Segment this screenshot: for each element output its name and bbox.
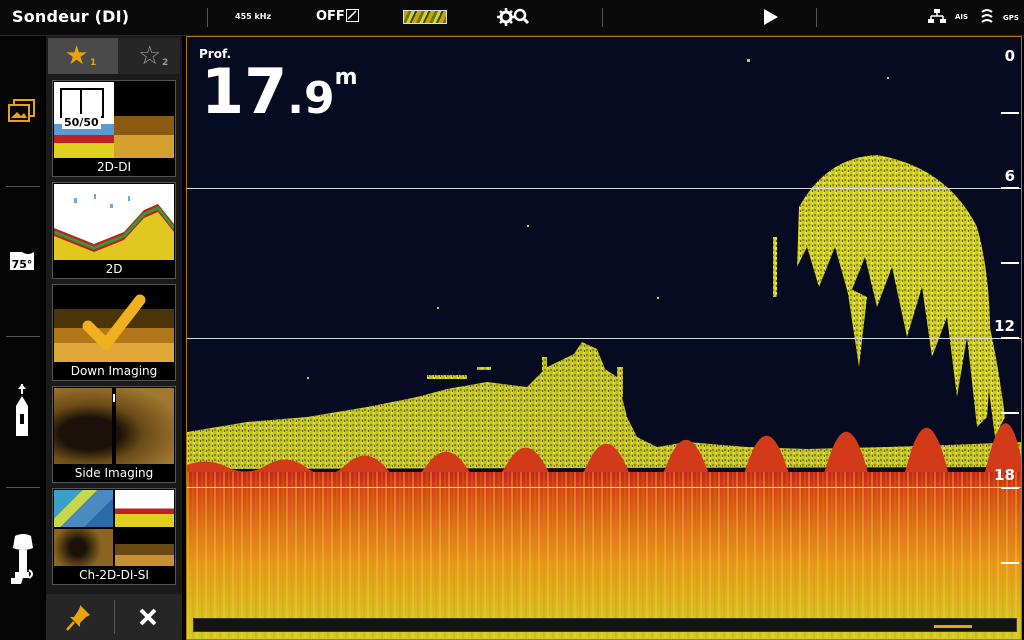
depth-line (187, 487, 1021, 488)
temperature-value: 75° (12, 258, 33, 271)
view-label: Ch-2D-DI-SI (79, 568, 149, 582)
view-thumbnail: 50/50 (54, 82, 174, 158)
view-label: 2D (105, 262, 123, 276)
selected-checkmark-icon (82, 294, 146, 350)
scale-tick (1001, 337, 1019, 339)
settings-search-icon[interactable] (497, 6, 531, 32)
pin-icon (66, 605, 90, 631)
view-card-2d[interactable]: 2D (52, 182, 176, 279)
star-outline-icon: ☆ (138, 41, 162, 71)
left-rail: 75° (0, 36, 44, 640)
scale-tick (1001, 112, 1019, 114)
depth-decimal: .9 (287, 73, 335, 124)
color-palette-button[interactable] (403, 10, 447, 24)
boat-icon[interactable] (14, 384, 30, 444)
tab-favorites-2[interactable]: ☆ 2 (118, 38, 180, 74)
divider (6, 487, 40, 488)
network-icon[interactable] (928, 8, 946, 29)
sonar-icon[interactable] (980, 8, 994, 29)
pin-button[interactable] (46, 594, 113, 640)
tab-number: 1 (90, 58, 97, 68)
depth-scale-label: 18 (994, 466, 1015, 484)
page-title: Sondeur (DI) (12, 7, 130, 26)
top-bar: Sondeur (DI) 455 kHz OFF AIS GPS (0, 0, 1024, 36)
depth-value: 17 (201, 55, 288, 128)
tab-favorites-1[interactable]: ★ 1 (48, 38, 118, 74)
depth-scale-label: 0 (1004, 47, 1015, 65)
close-icon (139, 608, 157, 626)
view-thumbnail (54, 490, 174, 566)
view-label: 2D-DI (97, 160, 131, 174)
divider (6, 336, 40, 337)
divider (207, 8, 208, 27)
view-card-2d-di[interactable]: 50/50 2D-DI (52, 80, 176, 177)
toggle-icon[interactable] (346, 9, 359, 22)
scrollbar-thumb[interactable] (934, 625, 972, 628)
divider (816, 8, 817, 27)
history-scrollbar[interactable] (193, 618, 1017, 632)
depth-line (187, 188, 1021, 189)
tab-number: 2 (162, 58, 169, 68)
divider (602, 8, 603, 27)
view-card-down-imaging[interactable]: Down Imaging (52, 284, 176, 381)
star-icon: ★ (65, 41, 89, 71)
scale-tick (1001, 262, 1019, 264)
depth-unit: m (334, 65, 358, 90)
view-thumbnail (54, 388, 174, 464)
gps-indicator[interactable]: GPS (1003, 14, 1019, 22)
favorites-panel: ★ 1 ☆ 2 50/50 2D-DI 2D Down Imaging Side… (46, 36, 182, 640)
water-temperature-icon[interactable]: 75° (8, 248, 36, 278)
divider (6, 186, 40, 187)
view-thumbnail (54, 286, 174, 362)
off-label[interactable]: OFF (316, 9, 345, 24)
favorites-actions (46, 594, 182, 640)
depth-scale-label: 12 (994, 317, 1015, 335)
depth-readout: 17.9m (201, 61, 358, 123)
view-label: Down Imaging (70, 364, 158, 378)
depth-line (187, 338, 1021, 339)
outboard-motor-icon[interactable] (9, 534, 37, 590)
scale-tick (1001, 487, 1019, 489)
gallery-icon[interactable] (8, 98, 36, 128)
view-card-ch-2d-di-si[interactable]: Ch-2D-DI-SI (52, 488, 176, 585)
play-icon[interactable] (764, 9, 778, 25)
frequency-indicator[interactable]: 455 kHz (235, 12, 271, 21)
view-card-side-imaging[interactable]: Side Imaging (52, 386, 176, 483)
close-button[interactable] (115, 594, 182, 640)
scale-tick (1001, 562, 1019, 564)
view-thumbnail (53, 184, 175, 260)
ais-indicator[interactable]: AIS (955, 13, 968, 21)
scale-tick (1001, 412, 1019, 414)
depth-scale-label: 6 (1004, 167, 1015, 185)
sonar-display[interactable]: 0 6 12 18 Prof. 17.9m (186, 36, 1022, 640)
seabed-return (187, 472, 1021, 639)
scale-tick (1001, 187, 1019, 189)
view-label: Side Imaging (74, 466, 154, 480)
split-ratio-badge: 50/50 (62, 116, 101, 129)
